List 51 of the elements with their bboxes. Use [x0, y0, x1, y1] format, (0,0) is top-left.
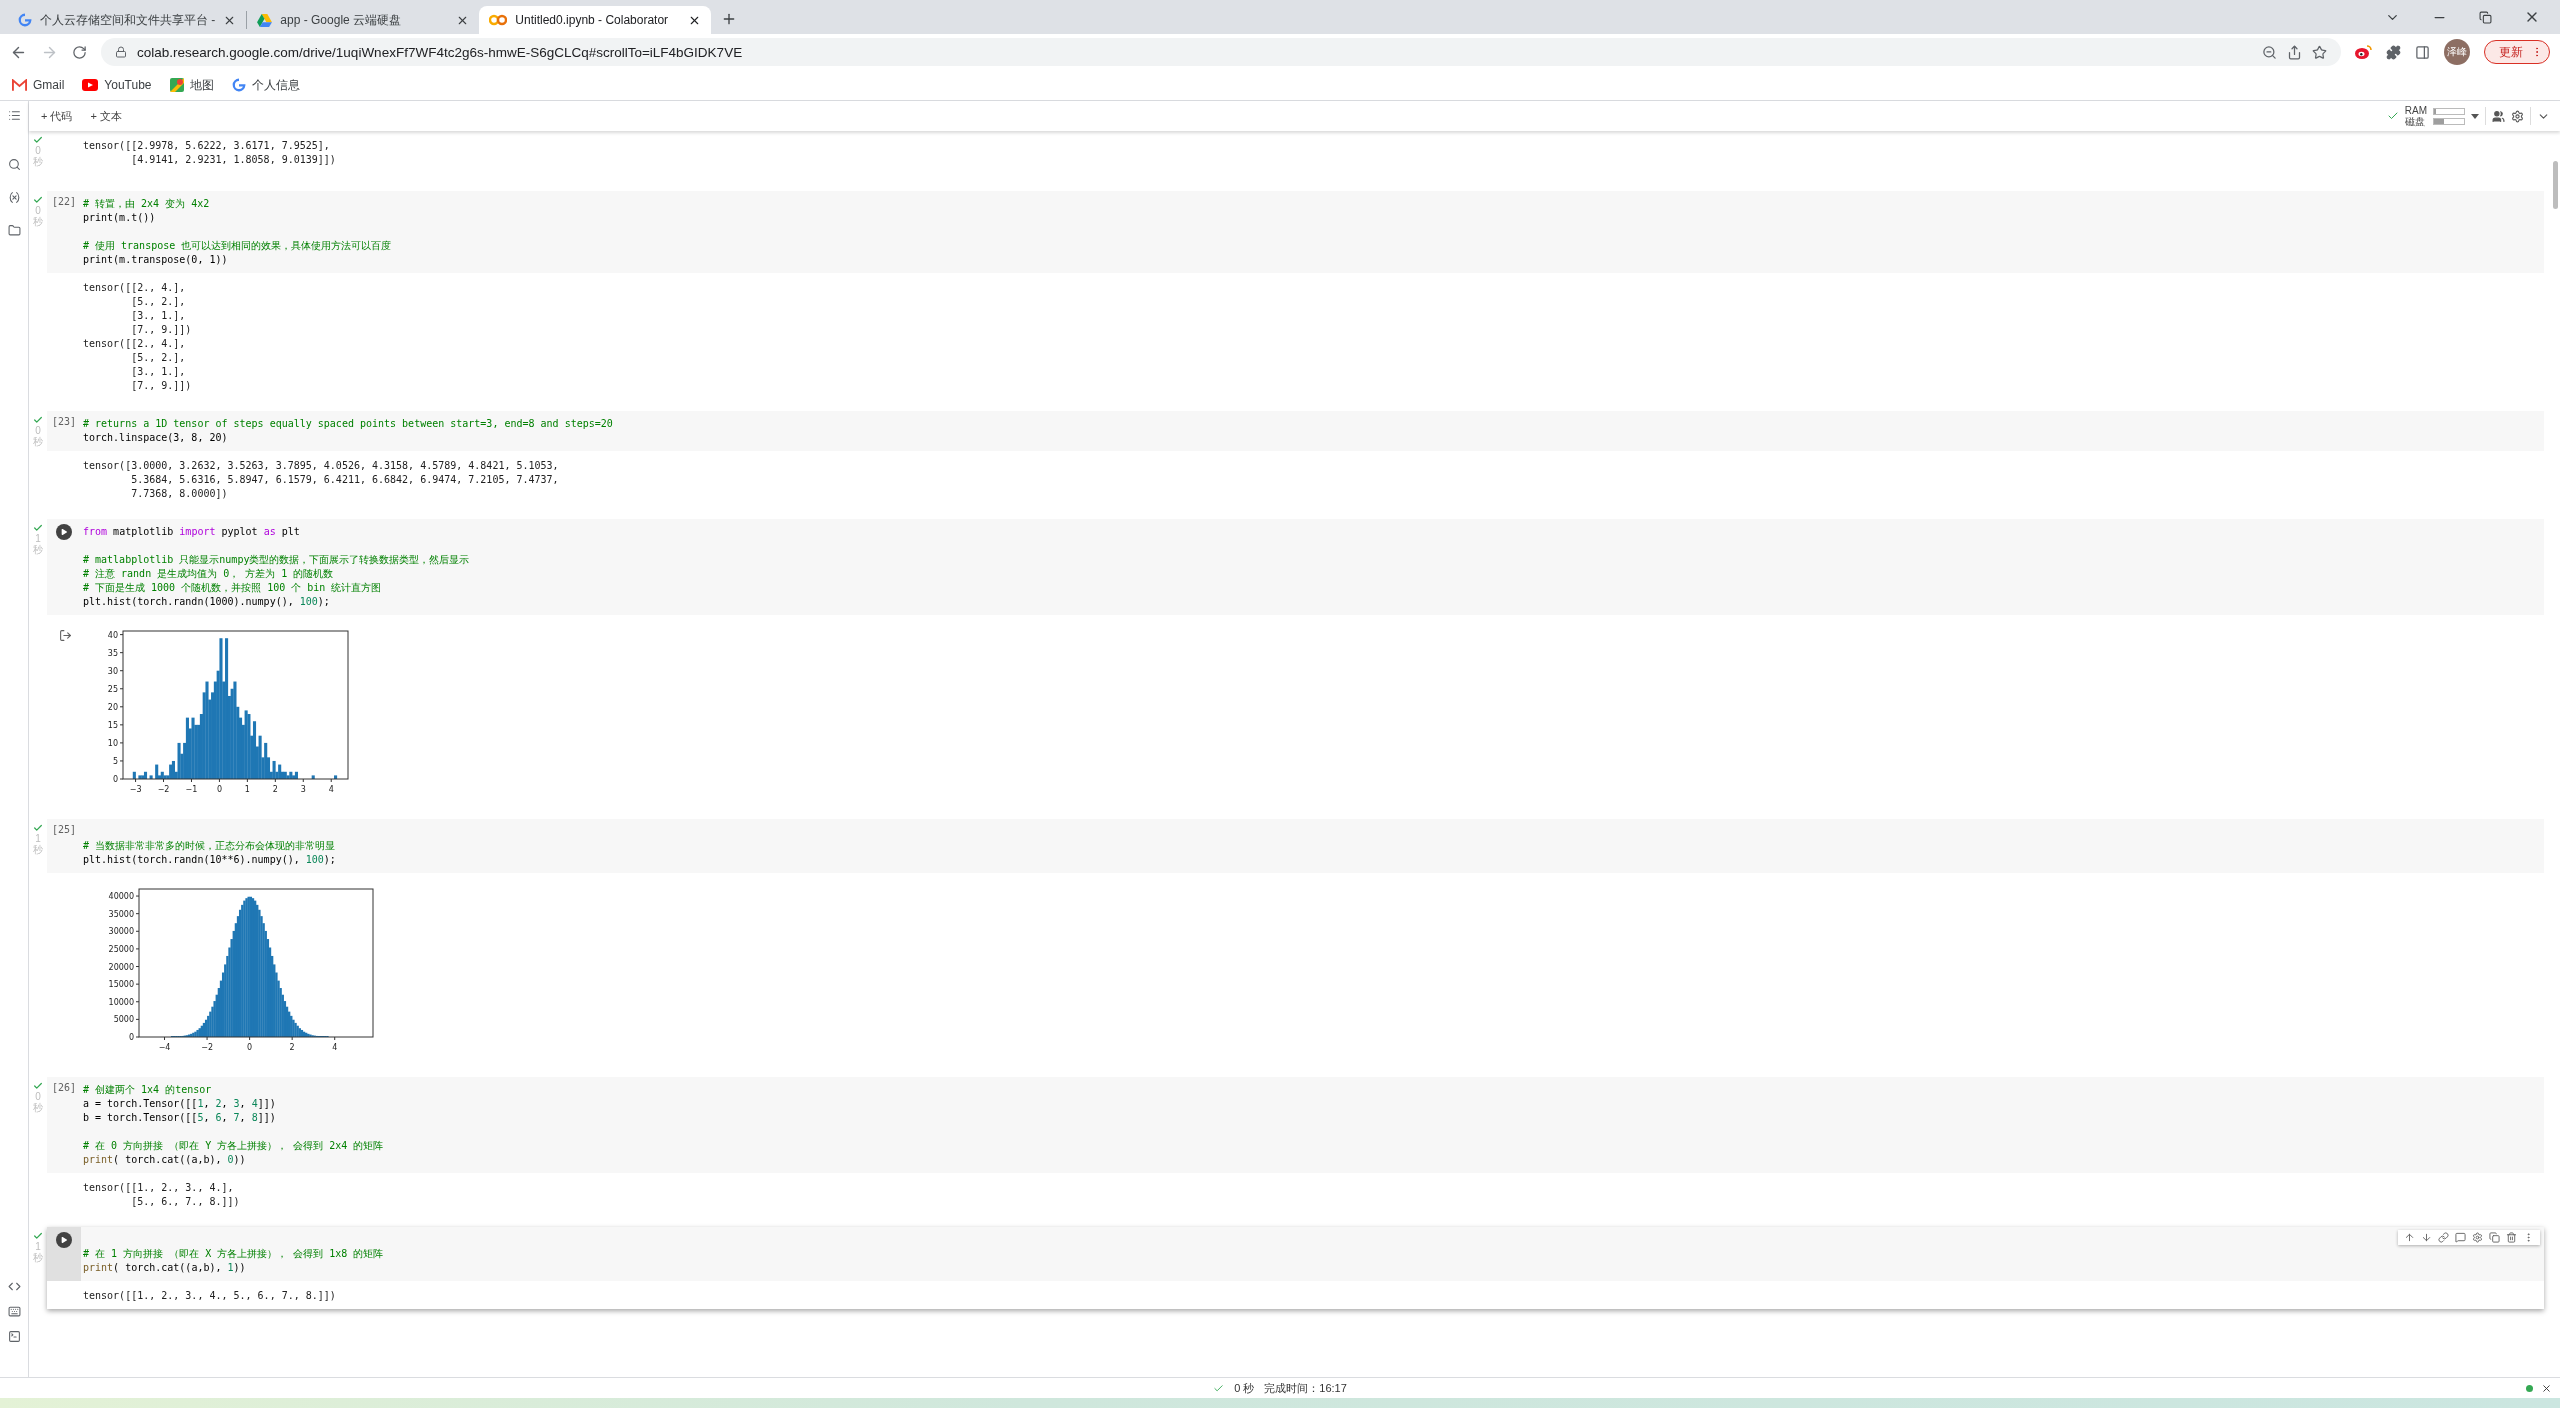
execution-time: 1	[35, 1241, 41, 1252]
completion-time: 完成时间：16:17	[1264, 1380, 1347, 1396]
tick-label: 40	[107, 630, 118, 640]
execution-count: [25]	[51, 823, 77, 837]
tick-label: −3	[129, 785, 142, 794]
tick-label: 5	[112, 756, 118, 766]
tick-label: 2	[272, 785, 278, 794]
tick-label: 15	[107, 720, 118, 730]
execution-duration: 0 秒	[1234, 1380, 1255, 1396]
cell-output: tensor([[1., 2., 3., 4.], [5., 6., 7., 8.]])	[83, 1181, 240, 1209]
tick-label: −1	[185, 785, 198, 794]
execution-time: 1	[35, 833, 41, 844]
cell-output: tensor([[2.9978, 5.6222, 3.6171, 7.9525], [4.9141, 2.9231, 1.8058, 9.0139]])	[83, 139, 336, 167]
tick-label: 30000	[108, 927, 134, 937]
tick-label: 0	[128, 1033, 134, 1042]
tick-label: −2	[201, 1043, 213, 1052]
tick-label: 4	[332, 1043, 338, 1052]
tick-label: 25000	[108, 944, 134, 954]
tick-label: 35000	[108, 909, 134, 919]
tick-label: 40000	[108, 892, 134, 902]
tick-label: 5000	[113, 1015, 134, 1025]
cell-output: tensor([[2., 4.], [5., 2.], [3., 1.], [7., 9.]]) tensor([[2., 4.], [5., 2.], [3., 1.], [7., 9.]])	[83, 281, 192, 393]
execution-count: [26]	[51, 1081, 77, 1095]
tick-label: 15000	[108, 980, 134, 990]
tick-label: 20	[107, 702, 118, 712]
tick-label: 3	[300, 785, 306, 794]
execution-time: 1	[35, 533, 41, 544]
execution-time: 0	[35, 205, 41, 216]
tick-label: 1	[244, 785, 250, 794]
ram-label: RAM	[2404, 105, 2427, 116]
tick-label: 25	[107, 684, 118, 694]
tick-label: 20000	[108, 962, 134, 972]
tick-label: −2	[157, 785, 170, 794]
tick-label: 2	[289, 1043, 295, 1052]
tick-label: 0	[112, 775, 118, 784]
execution-time: 0	[35, 1091, 41, 1102]
disk-label: 磁盘	[2404, 116, 2426, 127]
execution-time: 0	[35, 425, 41, 436]
tick-label: 10	[107, 738, 118, 748]
cell-output: tensor([[1., 2., 3., 4., 5., 6., 7., 8.]])	[83, 1289, 336, 1303]
tick-label: 30	[107, 666, 118, 676]
tick-label: 0	[247, 1043, 253, 1052]
tick-label: −4	[158, 1043, 171, 1052]
execution-time: 0	[35, 145, 41, 156]
tick-label: 0	[216, 785, 222, 794]
execution-count: [23]	[51, 415, 77, 429]
tick-label: 35	[107, 648, 118, 658]
tick-label: 4	[328, 785, 334, 794]
execution-count: [22]	[51, 195, 77, 209]
tick-label: 10000	[108, 997, 134, 1007]
cell-output: tensor([3.0000, 3.2632, 3.5263, 3.7895, 4.0526, 4.3158, 4.5789, 4.8421, 5.1053, 5.3684, 5.6316, 5.8947, 6.1579, 6.4211, 6.6842, 6.9474, 7.2105, 7.4737, 7.7368, 8.0000])	[83, 459, 559, 501]
